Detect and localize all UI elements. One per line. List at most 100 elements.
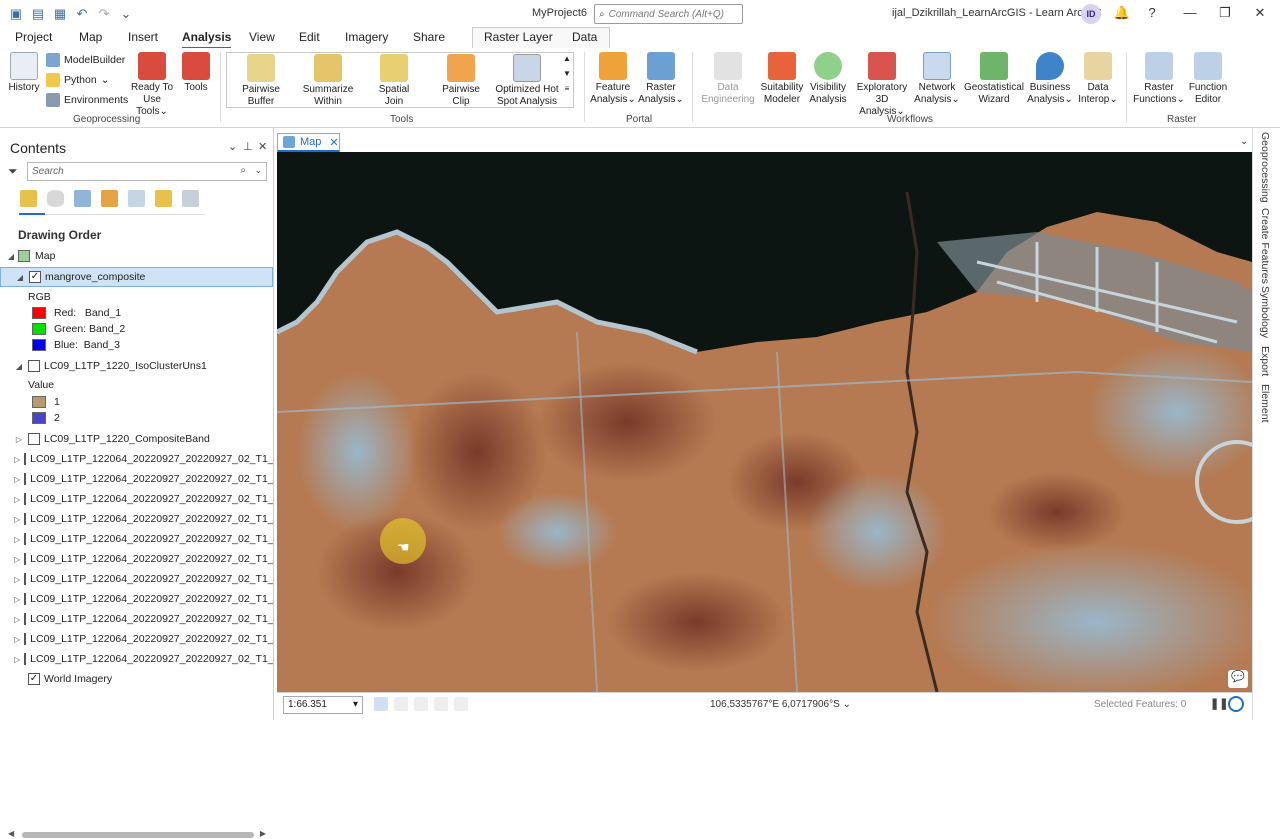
drawing-order-icon[interactable] <box>20 190 37 207</box>
history-button[interactable]: History <box>6 52 42 94</box>
function-editor-button[interactable]: Function Editor <box>1186 52 1230 106</box>
tab-imagery[interactable]: Imagery <box>345 30 388 47</box>
chevron-down-icon[interactable]: ⌄ <box>254 165 262 176</box>
environments-button[interactable]: Environments <box>46 93 128 107</box>
layer-band[interactable]: ▷ LC09_L1TP_122064_20220927_20220927_02_… <box>0 629 273 649</box>
optimized-hot-spot-button[interactable]: Optimized Hot Spot Analysis <box>494 54 560 108</box>
tab-project[interactable]: Project <box>15 30 52 47</box>
expand-icon[interactable]: ▷ <box>14 495 20 504</box>
suitability-modeler-button[interactable]: Suitability Modeler <box>756 52 808 106</box>
visibility-checkbox[interactable] <box>24 533 27 545</box>
labeling-icon[interactable] <box>155 190 172 207</box>
tab-edit[interactable]: Edit <box>299 30 320 47</box>
visibility-checkbox[interactable] <box>24 473 27 485</box>
avatar[interactable]: ID <box>1081 4 1101 24</box>
tools-button[interactable]: Tools <box>180 52 212 94</box>
visibility-analysis-button[interactable]: Visibility Analysis <box>806 52 850 106</box>
perspective-imagery-icon[interactable] <box>182 190 199 207</box>
layer-band[interactable]: ▷ LC09_L1TP_122064_20220927_20220927_02_… <box>0 469 273 489</box>
data-engineering-button[interactable]: Data Engineering <box>700 52 756 106</box>
filter-icon[interactable]: ⏷ <box>8 164 18 179</box>
visibility-checkbox[interactable] <box>24 613 27 625</box>
layer-mangrove-composite[interactable]: ◢ ✓ mangrove_composite <box>0 267 273 287</box>
visibility-checkbox[interactable] <box>28 433 40 445</box>
tab-insert[interactable]: Insert <box>128 30 158 47</box>
tab-view[interactable]: View <box>249 30 275 47</box>
visibility-checkbox[interactable] <box>24 573 27 585</box>
layer-compositeband[interactable]: ▷ LC09_L1TP_1220_CompositeBand <box>0 429 273 449</box>
tab-map[interactable]: Map <box>79 30 102 47</box>
redo-icon[interactable]: ↷ <box>96 6 112 22</box>
expand-icon[interactable]: ▷ <box>14 515 20 524</box>
tab-analysis[interactable]: Analysis <box>182 30 232 50</box>
layer-band[interactable]: ▷ LC09_L1TP_122064_20220927_20220927_02_… <box>0 529 273 549</box>
layer-band[interactable]: ▷ LC09_L1TP_122064_20220927_20220927_02_… <box>0 509 273 529</box>
gallery-scroll[interactable]: ▲ ▼ ≡ <box>563 54 571 93</box>
pane-options-icon[interactable]: ⌄ <box>228 140 237 153</box>
geostatistical-wizard-button[interactable]: Geostatistical Wizard <box>962 52 1026 106</box>
selected-features[interactable]: Selected Features: 0 <box>1094 699 1186 710</box>
pause-drawing-icon[interactable]: ❚❚ <box>1210 697 1228 710</box>
expand-icon[interactable]: ▷ <box>14 535 20 544</box>
visibility-checkbox[interactable]: ✓ <box>28 673 40 685</box>
expand-icon[interactable]: ▷ <box>14 655 20 664</box>
new-project-icon[interactable]: ▣ <box>8 6 24 22</box>
gallery-expand-icon[interactable]: ≡ <box>565 84 570 93</box>
visibility-checkbox[interactable] <box>24 633 27 645</box>
summarize-within-button[interactable]: Summarize Within <box>300 54 356 108</box>
snapping-icon[interactable] <box>128 190 145 207</box>
layer-band[interactable]: ▷ LC09_L1TP_122064_20220927_20220927_02_… <box>0 569 273 589</box>
tab-create-features[interactable]: Create Features <box>1259 208 1271 284</box>
ready-to-use-tools-button[interactable]: Ready To Use Tools⌄ <box>128 52 176 118</box>
layer-band[interactable]: ▷ LC09_L1TP_122064_20220927_20220927_02_… <box>0 489 273 509</box>
grid-icon[interactable] <box>374 697 388 711</box>
minimize-button[interactable]: — <box>1180 5 1200 23</box>
layer-band[interactable]: ▷ LC09_L1TP_122064_20220927_20220927_02_… <box>0 649 273 669</box>
map-view[interactable] <box>277 152 1252 692</box>
expand-icon[interactable]: ▷ <box>14 635 20 644</box>
tab-symbology[interactable]: Symbology <box>1259 286 1271 338</box>
tab-share[interactable]: Share <box>413 30 445 47</box>
spatial-join-button[interactable]: Spatial Join <box>372 54 416 108</box>
chevron-down-icon[interactable]: ⌄ <box>843 699 851 710</box>
visibility-checkbox[interactable]: ✓ <box>29 271 41 283</box>
pairwise-buffer-button[interactable]: Pairwise Buffer <box>236 54 286 108</box>
layer-band[interactable]: ▷ LC09_L1TP_122064_20220927_20220927_02_… <box>0 609 273 629</box>
open-icon[interactable]: ▤ <box>30 6 46 22</box>
modelbuilder-button[interactable]: ModelBuilder <box>46 53 125 67</box>
visibility-checkbox[interactable] <box>24 513 27 525</box>
pairwise-clip-button[interactable]: Pairwise Clip <box>438 54 484 108</box>
save-icon[interactable]: ▦ <box>52 6 68 22</box>
snapping-icon[interactable] <box>414 697 428 711</box>
editing-icon[interactable] <box>101 190 118 207</box>
visibility-checkbox[interactable] <box>24 493 27 505</box>
raster-analysis-button[interactable]: Raster Analysis⌄ <box>638 52 684 106</box>
data-interop-button[interactable]: Data Interop⌄ <box>1076 52 1120 106</box>
notification-icon[interactable]: 🔔 <box>1112 5 1132 23</box>
business-analysis-button[interactable]: Business Analysis⌄ <box>1026 52 1074 106</box>
scale-selector[interactable]: 1:66.351 ▾ <box>283 696 363 714</box>
undo-icon[interactable]: ↶ <box>74 6 90 22</box>
expand-icon[interactable]: ▷ <box>14 595 20 604</box>
close-icon[interactable]: ✕ <box>329 136 338 149</box>
feature-analysis-button[interactable]: Feature Analysis⌄ <box>590 52 636 106</box>
collapse-icon[interactable]: ◢ <box>6 252 16 261</box>
tab-raster-layer[interactable]: Raster Layer <box>484 30 553 47</box>
collapse-icon[interactable]: ◢ <box>14 362 24 371</box>
tab-element[interactable]: Element <box>1259 384 1271 423</box>
expand-icon[interactable]: ▷ <box>14 475 20 484</box>
selection-icon[interactable] <box>74 190 91 207</box>
expand-icon[interactable]: ▷ <box>14 435 24 444</box>
navigation-icon[interactable] <box>454 697 468 711</box>
layer-band[interactable]: ▷ LC09_L1TP_122064_20220927_20220927_02_… <box>0 549 273 569</box>
visibility-checkbox[interactable] <box>24 593 27 605</box>
data-source-icon[interactable] <box>47 190 64 207</box>
scrollbar-thumb[interactable] <box>22 832 254 838</box>
raster-functions-button[interactable]: Raster Functions⌄ <box>1132 52 1186 106</box>
scroll-right-icon[interactable]: ▶ <box>260 829 266 838</box>
layer-world-imagery[interactable]: ✓ World Imagery <box>0 669 273 689</box>
python-button[interactable]: Python ⌄ <box>46 73 110 87</box>
tab-geoprocessing[interactable]: Geoprocessing <box>1259 132 1271 203</box>
tab-data[interactable]: Data <box>572 30 597 47</box>
collapse-icon[interactable]: ◢ <box>15 273 25 282</box>
